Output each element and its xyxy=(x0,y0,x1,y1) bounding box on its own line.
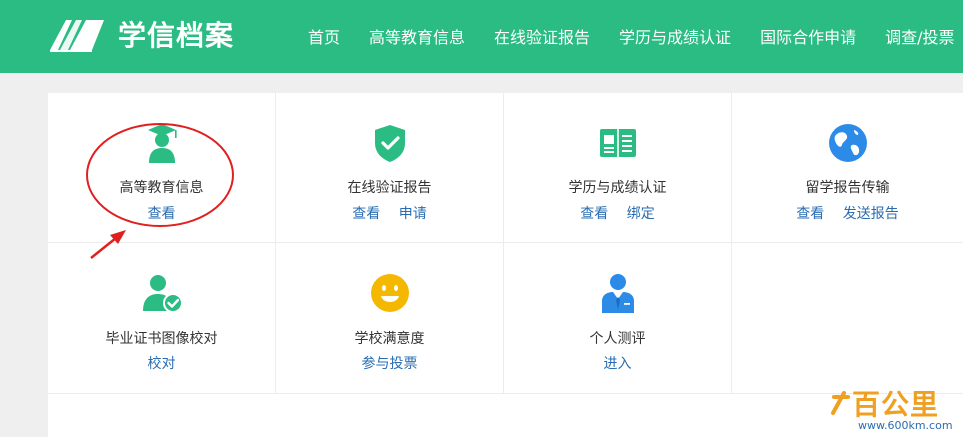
card-links: 查看 xyxy=(48,203,275,223)
watermark-mark-icon xyxy=(831,391,850,415)
nav-home[interactable]: 首页 xyxy=(308,24,340,48)
nav-survey[interactable]: 调查/投票 xyxy=(885,24,954,48)
top-header: 学信档案 首页 高等教育信息 在线验证报告 学历与成绩认证 国际合作申请 调查/… xyxy=(0,0,963,73)
book-icon xyxy=(599,129,636,157)
bind-link[interactable]: 绑定 xyxy=(627,206,655,222)
card-title: 学历与成绩认证 xyxy=(568,180,667,196)
card-title: 学校满意度 xyxy=(354,331,425,347)
logo-book-icon xyxy=(50,20,104,52)
smiley-icon xyxy=(370,274,409,312)
card-title: 毕业证书图像校对 xyxy=(105,331,218,347)
card-study-abroad-report: 留学报告传输 查看 发送报告 xyxy=(732,93,963,243)
card-title: 留学报告传输 xyxy=(805,180,890,196)
card-links: 进入 xyxy=(504,353,731,373)
nav-higher-education[interactable]: 高等教育信息 xyxy=(369,24,465,48)
globe-icon xyxy=(828,124,867,162)
graduate-icon xyxy=(147,124,177,163)
watermark-url: www.600km.com xyxy=(858,419,953,432)
view-link[interactable]: 查看 xyxy=(796,206,824,222)
card-links: 查看 发送报告 xyxy=(732,203,963,223)
site-logo[interactable]: 学信档案 xyxy=(48,14,234,54)
card-empty xyxy=(732,243,963,394)
card-title: 高等教育信息 xyxy=(119,180,204,196)
card-links: 查看 申请 xyxy=(276,203,503,223)
card-links: 查看 绑定 xyxy=(504,203,731,223)
card-title: 在线验证报告 xyxy=(347,180,432,196)
card-diploma-proofread: 毕业证书图像校对 校对 xyxy=(48,243,276,394)
proofread-link[interactable]: 校对 xyxy=(148,356,176,372)
view-link[interactable]: 查看 xyxy=(352,206,380,222)
send-report-link[interactable]: 发送报告 xyxy=(843,206,899,222)
view-link[interactable]: 查看 xyxy=(148,206,176,222)
card-school-satisfaction: 学校满意度 参与投票 xyxy=(276,243,504,394)
nav-certification[interactable]: 学历与成绩认证 xyxy=(619,24,731,48)
card-certification: 学历与成绩认证 查看 绑定 xyxy=(504,93,732,243)
card-personal-assessment: 个人测评 进入 xyxy=(504,243,732,394)
person-tie-icon xyxy=(601,274,634,313)
watermark-name: 百公里 xyxy=(852,388,940,421)
card-higher-education: 高等教育信息 查看 xyxy=(48,93,276,243)
nav-online-verification[interactable]: 在线验证报告 xyxy=(494,24,590,48)
shield-check-icon xyxy=(374,125,405,162)
vote-link[interactable]: 参与投票 xyxy=(362,356,418,372)
card-online-verification: 在线验证报告 查看 申请 xyxy=(276,93,504,243)
main-nav: 首页 高等教育信息 在线验证报告 学历与成绩认证 国际合作申请 调查/投票 xyxy=(308,24,963,48)
view-link[interactable]: 查看 xyxy=(580,206,608,222)
card-title: 个人测评 xyxy=(589,331,646,347)
logo-text: 学信档案 xyxy=(118,19,235,52)
card-links: 参与投票 xyxy=(276,353,503,373)
card-links: 校对 xyxy=(48,353,275,373)
user-check-icon xyxy=(142,275,182,313)
apply-link[interactable]: 申请 xyxy=(399,206,427,222)
watermark: 百公里 www.600km.com xyxy=(830,383,960,435)
nav-international[interactable]: 国际合作申请 xyxy=(760,24,856,48)
enter-link[interactable]: 进入 xyxy=(604,356,632,372)
services-panel: 高等教育信息 查看 在线验证报告 查看 申请 学历与成绩认证 查看 绑定 留学报… xyxy=(48,93,963,437)
